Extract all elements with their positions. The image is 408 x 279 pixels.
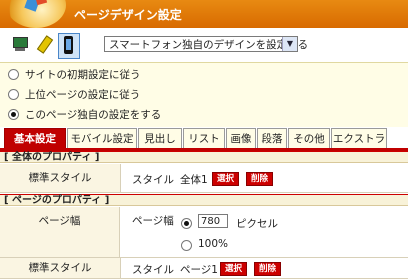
app-logo-icon	[6, 0, 66, 28]
radio-parent-page[interactable]: 上位ページの設定に従う	[8, 87, 140, 103]
radio-button[interactable]	[8, 68, 19, 80]
row-label: 標準スタイル	[0, 258, 121, 278]
tab-mobile[interactable]: モバイル設定	[67, 128, 137, 148]
style-value: 全体1	[180, 174, 208, 186]
radio-width-pixel[interactable]	[181, 218, 192, 229]
radio-label: このページ独自の設定をする	[25, 109, 162, 121]
tab-basic[interactable]: 基本設定	[4, 128, 66, 148]
settings-tabs: 基本設定 モバイル設定 見出し リスト 画像 段落 その他 エクストラ	[0, 128, 408, 151]
width-percent-label: 100%	[198, 238, 229, 250]
smartphone-icon[interactable]	[58, 33, 80, 59]
row-label: ページ幅	[0, 207, 120, 257]
section-header-page: [ ページのプロパティ ]	[0, 194, 408, 206]
tab-other[interactable]: その他	[288, 128, 330, 148]
delete-style-button[interactable]: 削除	[254, 262, 282, 276]
radio-label: サイトの初期設定に従う	[25, 69, 141, 81]
section-header-all: [ 全体のプロパティ ]	[0, 151, 408, 163]
style-prefix: スタイル	[132, 264, 174, 276]
style-prefix: スタイル	[132, 174, 174, 186]
row-label: 標準スタイル	[0, 164, 121, 192]
radio-width-percent[interactable]	[181, 240, 192, 251]
chevron-down-icon[interactable]: ▼	[282, 37, 297, 51]
radio-site-default[interactable]: サイトの初期設定に従う	[8, 67, 141, 83]
pc-icon[interactable]	[12, 36, 28, 52]
select-style-button[interactable]: 選択	[220, 262, 248, 276]
radio-label: 上位ページの設定に従う	[25, 89, 141, 101]
radio-button-selected[interactable]	[8, 108, 19, 120]
title-bar: ページデザイン設定	[0, 0, 408, 28]
tab-paragraph[interactable]: 段落	[257, 128, 287, 148]
tab-list[interactable]: リスト	[183, 128, 225, 148]
radio-own-setting[interactable]: このページ独自の設定をする	[8, 107, 161, 123]
tab-image[interactable]: 画像	[226, 128, 256, 148]
delete-style-button[interactable]: 削除	[246, 172, 274, 186]
radio-button[interactable]	[8, 88, 19, 100]
page-title: ページデザイン設定	[74, 8, 182, 22]
device-design-select-value: スマートフォン独自のデザインを設定する	[109, 39, 309, 51]
width-unit-label: ピクセル	[236, 218, 278, 230]
device-design-select[interactable]: スマートフォン独自のデザインを設定する ▼	[104, 36, 308, 52]
page-width-input[interactable]: 780	[198, 214, 228, 228]
select-style-button[interactable]: 選択	[212, 172, 240, 186]
page-width-label: ページ幅	[132, 215, 174, 227]
tab-extra[interactable]: エクストラ	[331, 128, 387, 148]
mobile-icon[interactable]	[36, 35, 54, 54]
tab-heading[interactable]: 見出し	[138, 128, 182, 148]
style-value: ページ1	[180, 264, 218, 276]
inherit-options-panel: サイトの初期設定に従う 上位ページの設定に従う このページ独自の設定をする	[0, 62, 408, 127]
